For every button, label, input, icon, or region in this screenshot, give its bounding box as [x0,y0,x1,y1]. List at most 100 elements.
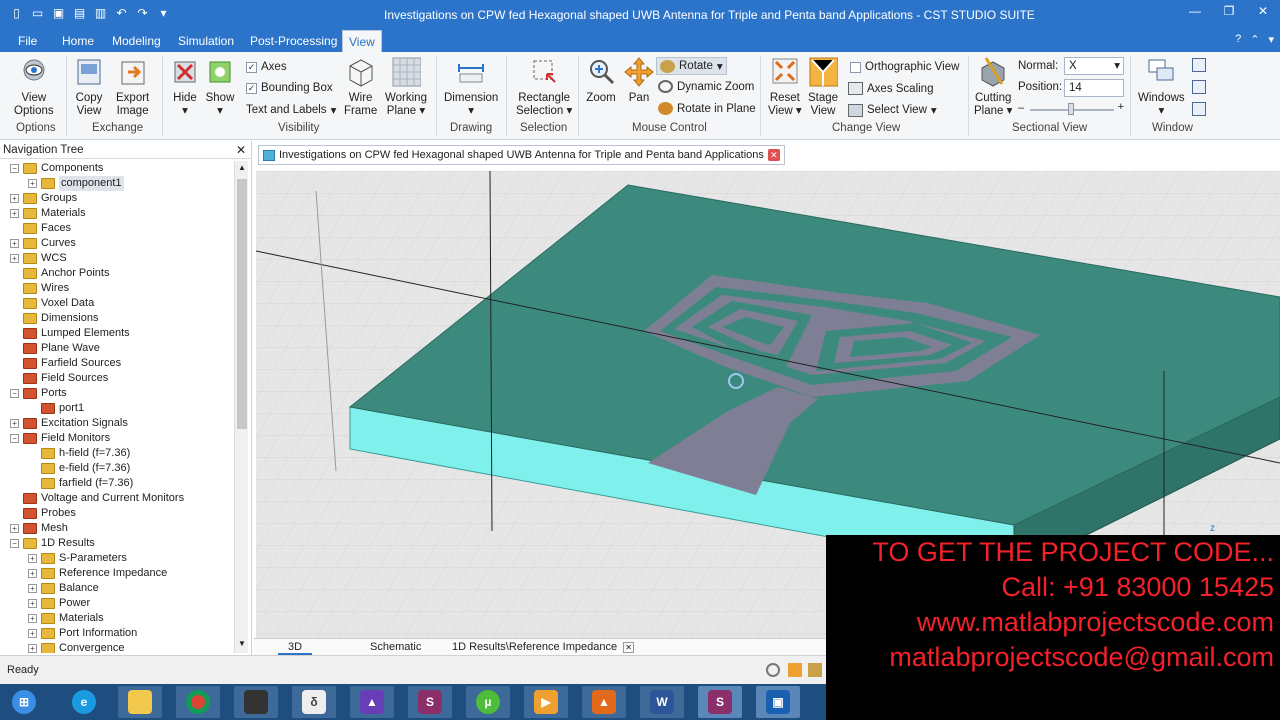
expand-icon[interactable]: + [28,614,37,623]
hide-button[interactable]: Hide ▾ [170,56,200,118]
close-window-icon[interactable]: ✕ [1246,0,1280,24]
tile-vertical-icon[interactable] [1192,80,1206,94]
zoom-button[interactable]: Zoom [586,56,616,105]
cst-icon[interactable]: S [408,686,452,718]
collapse-icon[interactable]: − [10,164,19,173]
expand-icon[interactable]: + [28,644,37,653]
matlab-icon[interactable]: ▲ [582,686,626,718]
expand-icon[interactable]: + [28,584,37,593]
save-all-icon[interactable]: ▤ [71,5,88,22]
redo-icon[interactable]: ↷ [134,5,151,22]
working-plane-button[interactable]: Working Plane ▾ [385,56,427,118]
tab-home[interactable]: Home [62,30,94,52]
tree-item[interactable]: Plane Wave [10,341,100,356]
tree-item[interactable]: + Excitation Signals [10,416,128,431]
expand-icon[interactable]: + [28,179,37,188]
tree-item[interactable]: + Power [28,596,90,611]
expand-icon[interactable]: + [10,239,19,248]
tree-item[interactable]: Probes [10,506,76,521]
tree-item[interactable]: − Components [10,161,103,176]
app-icon[interactable]: ▲ [350,686,394,718]
tree-item[interactable]: Wires [10,281,69,296]
torrent-icon[interactable]: µ [466,686,510,718]
expand-icon[interactable]: + [10,254,19,263]
expand-icon[interactable]: + [28,599,37,608]
undo-icon[interactable]: ↶ [113,5,130,22]
position-input[interactable]: 14 [1064,79,1124,97]
save-icon[interactable]: ▣ [50,5,67,22]
stage-view-button[interactable]: Stage View [808,56,838,118]
tree-item[interactable]: + component1 [28,176,124,191]
start-icon[interactable]: ⊞ [2,686,46,718]
restore-icon[interactable]: ❐ [1212,0,1246,24]
tree-item[interactable]: h-field (f=7.36) [28,446,130,461]
tree-item[interactable]: + Curves [10,236,76,251]
windows-button[interactable]: Windows ▾ [1138,56,1185,118]
tree-item[interactable]: Voxel Data [10,296,94,311]
chip-icon[interactable] [234,686,278,718]
bounding-box-checkbox[interactable]: ✓ Bounding Box [246,82,333,94]
ribbon-minimize-icon[interactable]: ⌃ [1250,33,1259,46]
print-icon[interactable]: ▥ [92,5,109,22]
tree-item[interactable]: Voltage and Current Monitors [10,491,184,506]
tree-item[interactable]: − Field Monitors [10,431,110,446]
cst-active-icon[interactable]: S [698,686,742,718]
document-tab[interactable]: Investigations on CPW fed Hexagonal shap… [258,145,785,165]
export-image-button[interactable]: Export Image [116,56,149,118]
chrome-icon[interactable] [176,686,220,718]
copy-view-button[interactable]: Copy View [74,56,104,118]
open-folder-icon[interactable]: ▭ [29,5,46,22]
expand-icon[interactable]: + [28,554,37,563]
expand-icon[interactable]: + [28,569,37,578]
tree-item[interactable]: Farfield Sources [10,356,121,371]
minimize-icon[interactable]: — [1178,0,1212,24]
tree-item[interactable]: + Materials [10,206,86,221]
tree-item[interactable]: + Groups [10,191,77,206]
close-panel-icon[interactable]: ✕ [236,141,246,159]
tree-item[interactable]: Dimensions [10,311,98,326]
tree-item[interactable]: + Port Information [28,626,137,641]
tree-item[interactable]: + S-Parameters [28,551,127,566]
show-button[interactable]: Show ▾ [205,56,235,118]
axes-scaling-button[interactable]: Axes Scaling [848,82,933,95]
cutting-plane-button[interactable]: Cutting Plane ▾ [974,56,1012,118]
tree-item[interactable]: − 1D Results [10,536,95,551]
wire-frame-button[interactable]: Wire Frame [344,56,377,118]
fit-view-icon[interactable] [766,663,780,677]
tree-item[interactable]: Lumped Elements [10,326,130,341]
media-icon[interactable]: ▶ [524,686,568,718]
view-options-button[interactable]: View Options [14,56,54,118]
word-icon[interactable]: W [640,686,684,718]
tile-horizontal-icon[interactable] [1192,58,1206,72]
tree-item[interactable]: Anchor Points [10,266,109,281]
tree-item[interactable]: − Ports [10,386,67,401]
collapse-icon[interactable]: − [10,389,19,398]
scrollbar-thumb[interactable] [237,179,247,429]
pan-button[interactable]: Pan [624,56,654,105]
tree-item[interactable]: Field Sources [10,371,108,386]
tree-item[interactable]: + Convergence [28,641,124,653]
tree-scrollbar[interactable]: ▲ ▼ [234,161,248,653]
expand-icon[interactable]: + [28,629,37,638]
tree-item[interactable]: port1 [28,401,84,416]
file-icon[interactable]: δ [292,686,336,718]
tree-item[interactable]: + Reference Impedance [28,566,167,581]
tab-1d-results-ref-impedance[interactable]: 1D Results\Reference Impedance ✕ [452,639,635,655]
customize-qat-icon[interactable]: ▾ [155,5,172,22]
ie-icon[interactable]: e [62,686,106,718]
axes-checkbox[interactable]: ✓ Axes [246,61,287,73]
tab-schematic[interactable]: Schematic [370,639,421,655]
position-slider[interactable]: – + [1018,101,1124,115]
expand-icon[interactable]: + [10,419,19,428]
help-icon[interactable]: ? [1235,33,1241,46]
expand-icon[interactable]: + [10,194,19,203]
tab-view[interactable]: View [342,30,382,52]
tab-simulation[interactable]: Simulation [178,30,234,52]
explorer-icon[interactable] [118,686,162,718]
pan-status-icon[interactable] [788,663,802,677]
paint-icon[interactable]: ▣ [756,686,800,718]
orthographic-view-checkbox[interactable]: Orthographic View [850,61,959,73]
help-dropdown-icon[interactable]: ▾ [1268,33,1274,46]
collapse-icon[interactable]: − [10,539,19,548]
expand-icon[interactable]: + [10,524,19,533]
